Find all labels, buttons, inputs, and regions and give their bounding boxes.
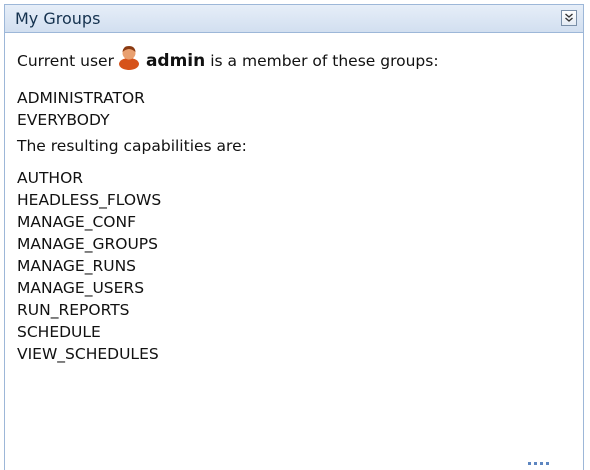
capability-item: SCHEDULE (17, 323, 101, 341)
group-item: EVERYBODY (17, 111, 110, 129)
panel-body: Current user admin is a member of these … (5, 45, 583, 365)
groups-list: ADMINISTRATOR EVERYBODY (17, 87, 583, 131)
capability-item: MANAGE_GROUPS (17, 235, 158, 253)
panel-header: My Groups (5, 5, 583, 33)
current-user-line: Current user admin is a member of these … (17, 45, 583, 77)
my-groups-panel: My Groups Current user admin is a member… (4, 4, 584, 470)
capabilities-heading: The resulting capabilities are: (17, 137, 247, 155)
capability-item: VIEW_SCHEDULES (17, 345, 159, 363)
capability-item: HEADLESS_FLOWS (17, 191, 162, 209)
current-username: admin (145, 51, 206, 71)
resize-handle[interactable] (527, 462, 549, 466)
double-chevron-down-icon (565, 13, 573, 22)
user-icon (118, 44, 140, 70)
collapse-button[interactable] (561, 10, 577, 26)
capability-item: MANAGE_USERS (17, 279, 145, 297)
current-user-suffix: is a member of these groups: (210, 52, 439, 70)
capability-item: RUN_REPORTS (17, 301, 130, 319)
group-item: ADMINISTRATOR (17, 89, 145, 107)
capability-item: AUTHOR (17, 169, 84, 187)
capability-item: MANAGE_RUNS (17, 257, 137, 275)
capabilities-list: AUTHOR HEADLESS_FLOWS MANAGE_CONF MANAGE… (17, 167, 583, 365)
panel-title: My Groups (15, 9, 101, 28)
capability-item: MANAGE_CONF (17, 213, 136, 231)
current-user-prefix: Current user (17, 52, 114, 70)
